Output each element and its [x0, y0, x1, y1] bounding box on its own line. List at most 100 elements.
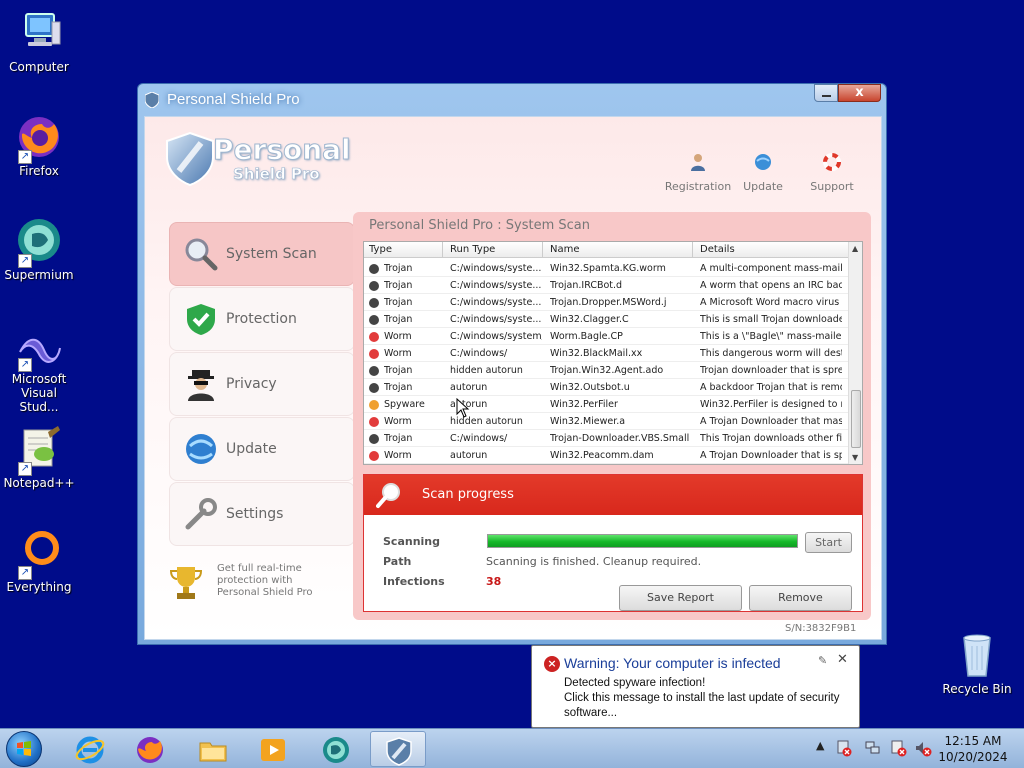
- cell-type: Worm: [384, 331, 412, 342]
- nav-label: Protection: [226, 311, 297, 327]
- table-row[interactable]: Trojan C:/windows/syste... Win32.Clagger.C…: [364, 311, 848, 328]
- table-row[interactable]: Worm hidden autorun Win32.Miewer.a A Trojan…: [364, 413, 848, 430]
- cell-type: Trojan: [384, 263, 413, 274]
- firefox-icon: ↗: [14, 112, 64, 164]
- computer-icon: [14, 8, 64, 58]
- desktop-icon-notepadpp[interactable]: ↗ Notepad++: [2, 424, 76, 490]
- column-header-type[interactable]: Type: [369, 244, 392, 255]
- cell-name: Win32.Outsbot.u: [550, 382, 630, 393]
- path-value: Scanning is finished. Cleanup required.: [486, 555, 702, 568]
- table-row[interactable]: Worm C:/windows/Win32.BlackMail.xx This da…: [364, 345, 848, 362]
- table-row[interactable]: Trojan C:/windows/syste... Trojan.IRCBot.d…: [364, 277, 848, 294]
- taskbar-media-player[interactable]: [245, 731, 301, 767]
- nav-update[interactable]: Update: [169, 417, 355, 481]
- table-row[interactable]: Trojan hidden autorun Trojan.Win32.Agent.a…: [364, 362, 848, 379]
- start-button[interactable]: [6, 731, 42, 767]
- title-bar[interactable]: Personal Shield Pro x: [138, 84, 886, 116]
- show-hidden-icons[interactable]: ▲: [816, 739, 824, 752]
- scroll-down-arrow[interactable]: ▼: [852, 453, 858, 462]
- nav-system-scan[interactable]: System Scan: [169, 222, 355, 286]
- registration-link[interactable]: Registration: [663, 153, 733, 193]
- volume-muted-icon[interactable]: [914, 739, 932, 757]
- cell-run-type: C:/windows/syste...: [450, 314, 542, 325]
- threat-severity-icon: [369, 315, 379, 325]
- nav-privacy[interactable]: Privacy: [169, 352, 355, 416]
- vertical-scrollbar[interactable]: ▲ ▼: [848, 242, 862, 464]
- desktop-icon-label: Computer: [9, 60, 69, 74]
- taskbar-firefox[interactable]: [122, 731, 178, 767]
- cell-name: Trojan.Win32.Agent.ado: [550, 365, 664, 376]
- taskbar-internet-explorer[interactable]: [62, 731, 118, 767]
- warning-line2: Click this message to install the last u…: [564, 692, 840, 719]
- desktop-icon-visual-studio[interactable]: ↗ Microsoft Visual Stud...: [2, 330, 76, 414]
- scan-progress-fill: [488, 535, 797, 547]
- cell-run-type: autorun: [450, 450, 488, 461]
- table-row[interactable]: Trojan C:/windows/syste... Trojan.Dropper.…: [364, 294, 848, 311]
- remove-button[interactable]: Remove: [749, 585, 852, 611]
- green-shield-check-icon: [187, 304, 215, 335]
- cell-type: Worm: [384, 450, 412, 461]
- security-alert-tray-icon[interactable]: [836, 739, 852, 757]
- scan-progress-box: Scan progress Scanning Start Path Scanni…: [363, 474, 863, 612]
- supermium-icon: [323, 737, 349, 763]
- table-row[interactable]: Trojan autorun Win32.Outsbot.u A backdoor T…: [364, 379, 848, 396]
- support-link[interactable]: Support: [797, 153, 867, 193]
- nav-settings[interactable]: Settings: [169, 482, 355, 546]
- shield-icon: [145, 92, 159, 108]
- taskbar-file-explorer[interactable]: [185, 731, 241, 767]
- action-center-tray-icon[interactable]: [890, 739, 908, 757]
- desktop-icon-computer[interactable]: Computer: [2, 8, 76, 74]
- desktop-icon-firefox[interactable]: ↗ Firefox: [2, 112, 76, 178]
- internet-explorer-icon: [75, 736, 105, 764]
- scan-progress-header: Scan progress: [364, 475, 862, 515]
- app-logo: Personal Shield Pro: [165, 131, 365, 191]
- table-row[interactable]: Worm C:/windows/system/Worm.Bagle.CP This …: [364, 328, 848, 345]
- promo-text[interactable]: Get full real-time protection with Perso…: [217, 563, 337, 599]
- save-report-button[interactable]: Save Report: [619, 585, 742, 611]
- cell-run-type: C:/windows/: [450, 348, 508, 359]
- taskbar: ▲ 12:15 AM 10/20/2024: [0, 728, 1024, 768]
- cell-name: Win32.PerFiler: [550, 399, 618, 410]
- system-scan-panel: Personal Shield Pro : System Scan Type R…: [353, 212, 871, 620]
- infections-label: Infections: [383, 575, 445, 588]
- threat-list[interactable]: Type Run Type Name Details Trojan C:/wind…: [363, 241, 863, 465]
- system-clock[interactable]: 12:15 AM 10/20/2024: [938, 733, 1008, 765]
- logo-text-line2: Shield Pro: [233, 165, 320, 184]
- start-button[interactable]: Start: [805, 532, 852, 553]
- threat-list-header: Type Run Type Name Details: [364, 242, 848, 258]
- desktop-icon-everything[interactable]: ↗ Everything: [2, 528, 76, 594]
- desktop-icon-recycle-bin[interactable]: Recycle Bin: [940, 630, 1014, 696]
- recycle-bin-icon: [952, 630, 1002, 680]
- mouse-cursor-icon: [456, 398, 470, 418]
- minimize-button[interactable]: [814, 84, 838, 102]
- scroll-up-arrow[interactable]: ▲: [852, 244, 858, 253]
- cell-run-type: hidden autorun: [450, 365, 523, 376]
- scroll-thumb[interactable]: [851, 390, 861, 448]
- balloon-close-icon[interactable]: ✕: [837, 652, 848, 667]
- threat-severity-icon: [369, 417, 379, 427]
- column-header-run-type[interactable]: Run Type: [450, 244, 495, 255]
- column-header-name[interactable]: Name: [550, 244, 580, 255]
- table-row[interactable]: Spyware autorun Win32.PerFiler Win32.PerFil…: [364, 396, 848, 413]
- wrench-icon: [185, 498, 217, 530]
- desktop-icon-supermium[interactable]: ↗ Supermium: [2, 216, 76, 282]
- close-button[interactable]: x: [838, 84, 881, 102]
- table-row[interactable]: Trojan C:/windows/syste... Win32.Spamta.KG…: [364, 260, 848, 277]
- table-row[interactable]: Worm autorun Win32.Peacomm.dam A Trojan Dow…: [364, 447, 848, 464]
- update-link[interactable]: Update: [728, 153, 798, 193]
- nav-protection[interactable]: Protection: [169, 287, 355, 351]
- column-header-details[interactable]: Details: [700, 244, 735, 255]
- cell-type: Trojan: [384, 382, 413, 393]
- taskbar-personal-shield-pro[interactable]: [370, 731, 426, 767]
- shield-icon: [386, 737, 412, 766]
- globe-icon: [186, 434, 216, 464]
- error-icon: ×: [544, 656, 560, 672]
- threat-severity-icon: [369, 264, 379, 274]
- options-icon[interactable]: ✎: [818, 654, 827, 667]
- taskbar-supermium[interactable]: [308, 731, 364, 767]
- warning-line1: Detected spyware infection!: [564, 677, 706, 689]
- infection-warning-balloon[interactable]: × Warning: Your computer is infected Det…: [531, 645, 860, 738]
- table-row[interactable]: Trojan C:/windows/Trojan-Downloader.VBS.S…: [364, 430, 848, 447]
- network-tray-icon[interactable]: [864, 739, 882, 757]
- cell-details: A Trojan Downloader that is sp...: [700, 450, 842, 461]
